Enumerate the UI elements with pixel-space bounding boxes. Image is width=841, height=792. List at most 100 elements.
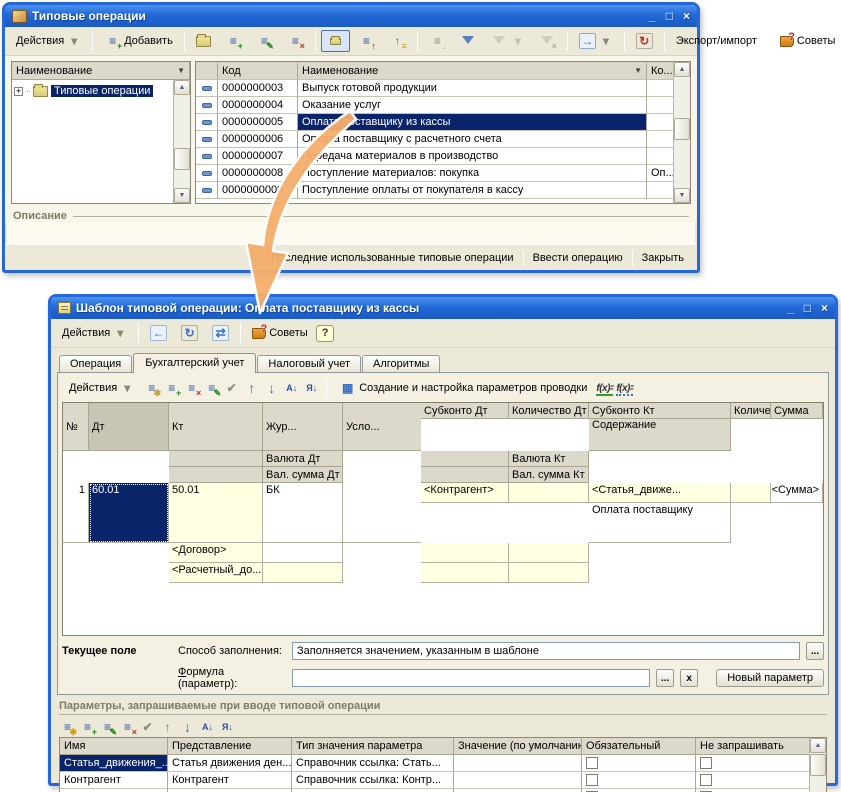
move-down-icon[interactable]: ↓ [179, 719, 196, 735]
sort-asc-icon[interactable]: A↓ [283, 380, 300, 396]
actions-menu-button[interactable]: Действия▾ [10, 30, 87, 52]
cur-sum-dt-cell[interactable] [263, 563, 343, 583]
add-button[interactable]: ≡+ Добавить [98, 30, 179, 52]
tree-header-name[interactable]: Наименование▼ [12, 62, 190, 80]
qty-kt-cell[interactable] [731, 483, 771, 503]
minimize-button[interactable]: _ [649, 6, 656, 26]
help-button[interactable]: ? [316, 325, 335, 342]
col-currency-dt[interactable]: Валюта Дт [263, 451, 343, 467]
go-back-button[interactable]: ← [144, 322, 173, 344]
scroll-up-icon[interactable]: ▲ [674, 62, 690, 77]
finish-edit-icon[interactable]: ✔ [139, 719, 156, 735]
param-col-name[interactable]: Имя [60, 738, 168, 755]
list-item[interactable]: 0000000008 Поступление материалов: покуп… [196, 165, 673, 182]
fx-set-icon[interactable]: f(x)꞊ [616, 383, 633, 394]
new-group-button[interactable] [190, 33, 217, 50]
fill-method-input[interactable]: Заполняется значением, указанным в шабло… [292, 642, 800, 660]
param-type-cell[interactable]: Справочник ссылка: Контр... [292, 772, 454, 789]
col-cur-sum-dt[interactable]: Вал. сумма Дт [263, 467, 343, 483]
debit-account-cell[interactable]: 60.01 [89, 483, 169, 543]
formula-clear-button[interactable]: x [680, 669, 698, 687]
level-up-button[interactable]: ↑≡ [383, 30, 412, 52]
scroll-up-icon[interactable]: ▲ [174, 80, 190, 95]
scroll-down-icon[interactable]: ▼ [174, 188, 190, 203]
param-col-type[interactable]: Тип значения параметра [292, 738, 454, 755]
list-item[interactable]: 0000000007 Передача материалов в произво… [196, 148, 673, 165]
delete-row-icon[interactable]: ≡× [183, 380, 200, 396]
scroll-thumb[interactable] [810, 754, 826, 776]
enter-operation-button[interactable]: Ввести операцию [524, 249, 632, 267]
hierarchy-view-button[interactable] [321, 30, 350, 52]
tree-item-label[interactable]: Типовые операции [51, 85, 153, 97]
noask-checkbox[interactable] [700, 757, 712, 769]
subconto-kt-2-cell[interactable] [421, 543, 509, 563]
move-down-icon[interactable]: ↓ [263, 380, 280, 396]
param-col-repr[interactable]: Представление [168, 738, 292, 755]
list-scrollbar[interactable]: ▲ ▼ [673, 62, 690, 203]
subconto-dt-2-cell[interactable]: <Договор> [169, 543, 263, 563]
go-to-button[interactable]: ⇄ [206, 322, 235, 344]
parameters-scrollbar[interactable]: ▲ ▼ [809, 738, 826, 792]
param-name-cell[interactable]: Статья_движения_... [60, 755, 168, 772]
scroll-down-icon[interactable]: ▼ [674, 188, 690, 203]
col-content[interactable]: Содержание [589, 419, 731, 451]
journal-cell[interactable]: БК [263, 483, 343, 543]
col-journal[interactable]: Жур... [263, 403, 343, 451]
minimize-button[interactable]: _ [787, 298, 794, 318]
move-up-icon[interactable]: ↑ [159, 719, 176, 735]
col-subconto-kt[interactable]: Субконто Кт [589, 403, 731, 419]
scroll-thumb[interactable] [174, 148, 190, 170]
add-param-icon[interactable]: ≡✱ [59, 719, 76, 735]
currency-dt-cell[interactable] [263, 543, 343, 563]
currency-kt-cell[interactable] [509, 543, 589, 563]
list-item-selected[interactable]: 0000000005 Оплата поставщику из кассы [196, 114, 673, 131]
col-debit[interactable]: Дт [89, 403, 169, 451]
reread-button[interactable]: ↻ [175, 322, 204, 344]
finish-edit-icon[interactable]: ✔ [223, 380, 240, 396]
filter-settings-button[interactable] [454, 30, 483, 52]
refresh-button[interactable]: ↻ [630, 30, 659, 52]
col-currency-kt[interactable]: Валюта Кт [509, 451, 589, 467]
delete-button[interactable]: ≡× [281, 30, 310, 52]
tree-item-root[interactable]: + ·· Типовые операции [14, 83, 171, 99]
param-default-cell[interactable] [454, 772, 582, 789]
subconto-dt-1-cell[interactable]: <Контрагент> [421, 483, 509, 503]
subconto-kt-1-cell[interactable]: <Статья_движе... [589, 483, 731, 503]
col-qty-kt[interactable]: Количество Кт [731, 403, 771, 419]
col-credit[interactable]: Кт [169, 403, 263, 451]
maximize-button[interactable]: □ [804, 298, 811, 318]
credit-account-cell[interactable]: 50.01 [169, 483, 263, 543]
filter-history-button[interactable]: ▾ [485, 30, 531, 52]
col-subconto-dt[interactable]: Субконто Дт [421, 403, 509, 419]
param-type-cell[interactable]: Справочник ссылка: Стать... [292, 755, 454, 772]
param-col-default[interactable]: Значение (по умолчанию) [454, 738, 582, 755]
code-column-header[interactable]: Код [218, 62, 298, 80]
move-item-button[interactable]: ≡↑ [352, 30, 381, 52]
subconto-kt-3-cell[interactable] [421, 563, 509, 583]
add-row-icon[interactable]: ≡✱ [143, 380, 160, 396]
required-checkbox[interactable] [586, 757, 598, 769]
col-cur-sum-kt[interactable]: Вал. сумма Кт [509, 467, 589, 483]
formula-choose-button[interactable]: ... [656, 669, 674, 687]
name-column-header[interactable]: Наименование▼ [298, 62, 647, 80]
noask-checkbox[interactable] [700, 774, 712, 786]
add-copy-button[interactable]: ≡+ [219, 30, 248, 52]
subconto-dt-3-cell[interactable]: <Расчетный_до... [169, 563, 263, 583]
sort-za-icon[interactable]: Я↓ [219, 719, 236, 735]
maximize-button[interactable]: □ [666, 6, 673, 26]
posting-params-setup-button[interactable]: ▦ Создание и настройка параметров провод… [333, 377, 593, 399]
scroll-thumb[interactable] [674, 118, 690, 140]
tab-accounting[interactable]: Бухгалтерский учет [133, 353, 256, 373]
col-number[interactable]: № [63, 403, 89, 451]
tab-algorithms[interactable]: Алгоритмы [362, 355, 440, 373]
postings-empty-area[interactable] [63, 583, 823, 635]
content-cell[interactable]: Оплата поставщику [589, 503, 731, 543]
select-mode-button[interactable]: →▾ [573, 30, 619, 52]
tips-button[interactable]: Советы [246, 324, 313, 342]
close-window-button[interactable]: Закрыть [633, 249, 693, 267]
tab-tax[interactable]: Налоговый учет [257, 355, 361, 373]
close-button[interactable]: × [683, 6, 690, 26]
sort-settings-button[interactable]: ≡↓ [423, 30, 452, 52]
required-checkbox[interactable] [586, 774, 598, 786]
condition-cell[interactable] [343, 483, 421, 543]
